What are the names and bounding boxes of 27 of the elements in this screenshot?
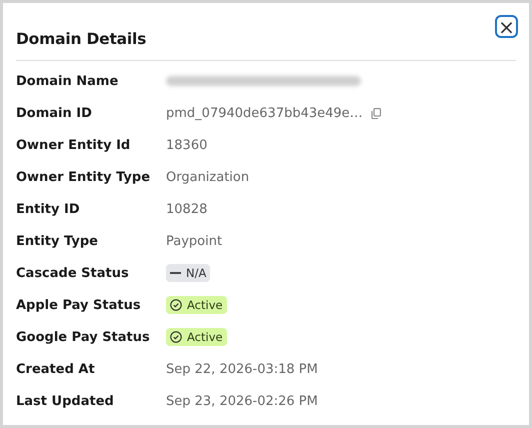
field-label: Created At (16, 362, 96, 376)
dialog-title: Domain Details (16, 30, 146, 48)
field-value: Paypoint (166, 234, 224, 248)
field-label: Apple Pay Status (16, 298, 142, 312)
field-label: Last Updated (16, 394, 115, 408)
field-label: Owner Entity Id (16, 138, 132, 152)
check-circle-icon (170, 299, 182, 311)
field-label: Google Pay Status (16, 330, 151, 344)
status-badge: N/A (166, 264, 210, 282)
field-value: pmd_07940de637bb43e49e… (166, 106, 363, 120)
check-circle-icon (170, 331, 182, 343)
field-value: 18360 (166, 138, 208, 152)
field-label: Cascade Status (16, 266, 130, 280)
field-value: Sep 22, 2026-03:18 PM (166, 362, 319, 376)
status-badge: Active (166, 296, 227, 314)
field-label: Owner Entity Type (16, 170, 152, 184)
field-label: Entity ID (16, 202, 81, 216)
close-button[interactable]: × (495, 15, 518, 38)
dash-icon (170, 272, 181, 274)
field-value: Organization (166, 170, 250, 184)
field-label: Domain Name (16, 74, 120, 88)
field-label: Domain ID (16, 106, 93, 120)
copy-icon[interactable] (370, 108, 381, 118)
field-label: Entity Type (16, 234, 99, 248)
field-value: 10828 (166, 202, 208, 216)
field-value: Sep 23, 2026-02:26 PM (166, 394, 319, 408)
status-badge: Active (166, 328, 227, 346)
